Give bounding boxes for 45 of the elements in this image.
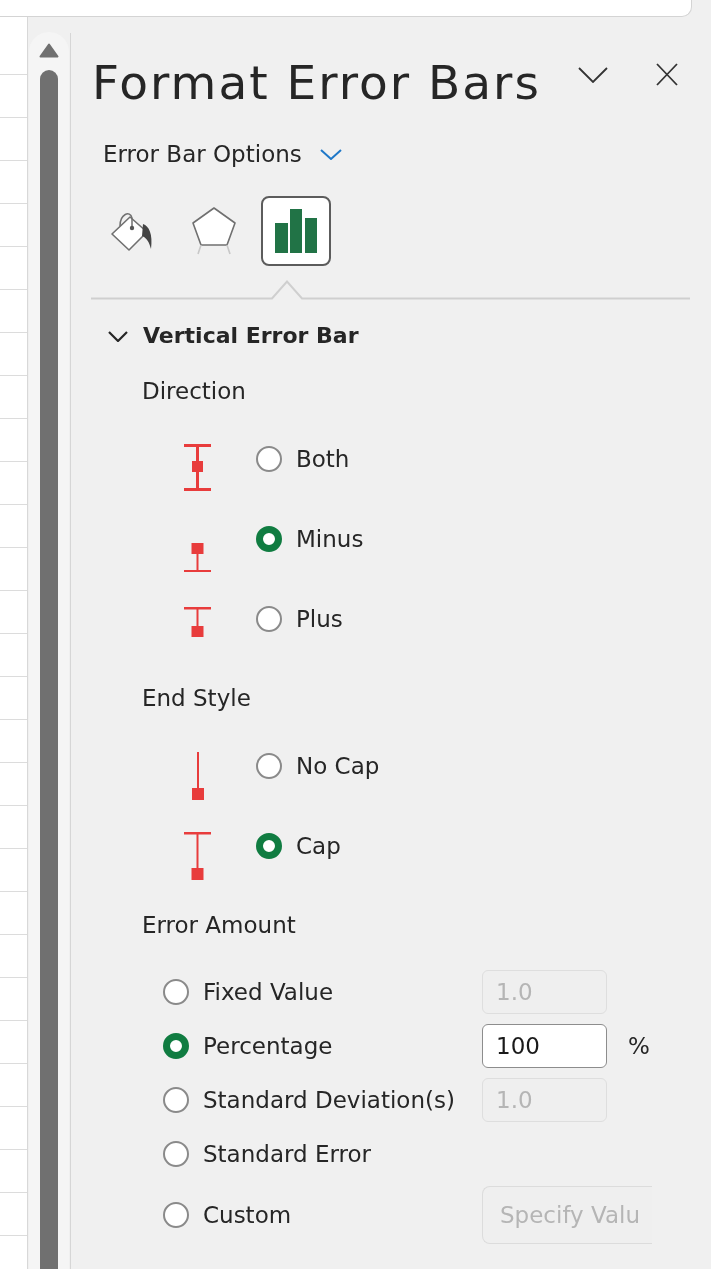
scroll-up-icon[interactable]: [39, 43, 59, 58]
section-toggle[interactable]: Vertical Error Bar: [108, 320, 359, 352]
error-bar-no-cap-icon: [191, 752, 204, 800]
radio-button[interactable]: [256, 606, 282, 632]
error-bar-both-icon: [184, 444, 211, 491]
radio-label[interactable]: Standard Error: [203, 1138, 482, 1170]
radio-label[interactable]: Both: [296, 443, 350, 475]
radio-button[interactable]: [163, 1087, 189, 1113]
close-icon: [656, 63, 678, 86]
radio-button[interactable]: [163, 1202, 189, 1228]
unit-label: %: [628, 1032, 650, 1061]
pentagon-icon: [192, 207, 236, 255]
radio-button[interactable]: [256, 753, 282, 779]
scrollbar-thumb[interactable]: [40, 70, 58, 1269]
chevron-down-icon: [578, 67, 608, 83]
radio-label[interactable]: Plus: [296, 603, 343, 635]
chevron-down-icon: [319, 148, 342, 160]
pane-title: Format Error Bars: [92, 55, 542, 111]
bar-chart-icon: [275, 209, 317, 253]
radio-label[interactable]: No Cap: [296, 750, 380, 782]
value-field[interactable]: 100: [482, 1024, 607, 1068]
group-heading: Error Amount: [142, 911, 296, 940]
radio-label[interactable]: Percentage: [203, 1030, 482, 1062]
error-bar-cap-icon: [184, 832, 211, 880]
radio-button[interactable]: [256, 446, 282, 472]
group-heading: End Style: [142, 684, 251, 713]
radio-label[interactable]: Cap: [296, 830, 341, 862]
error-bar-plus-icon: [184, 607, 211, 637]
error-bar-minus-icon: [184, 543, 211, 572]
radio-button[interactable]: [256, 526, 282, 552]
radio-button[interactable]: [163, 979, 189, 1005]
group-heading: Direction: [142, 377, 246, 406]
radio-button[interactable]: [163, 1141, 189, 1167]
chevron-down-icon: [108, 330, 128, 342]
options-dropdown[interactable]: Error Bar Options: [103, 138, 342, 170]
radio-button[interactable]: [256, 833, 282, 859]
pane-options-button[interactable]: [578, 67, 608, 83]
radio-button[interactable]: [163, 1033, 189, 1059]
paint-bucket-icon: [111, 210, 153, 252]
radio-label[interactable]: Fixed Value: [203, 976, 482, 1008]
close-button[interactable]: [656, 63, 678, 86]
radio-label[interactable]: Custom: [203, 1199, 482, 1231]
format-tab[interactable]: [261, 196, 331, 266]
radio-label[interactable]: Standard Deviation(s): [203, 1084, 482, 1116]
radio-label[interactable]: Minus: [296, 523, 364, 555]
